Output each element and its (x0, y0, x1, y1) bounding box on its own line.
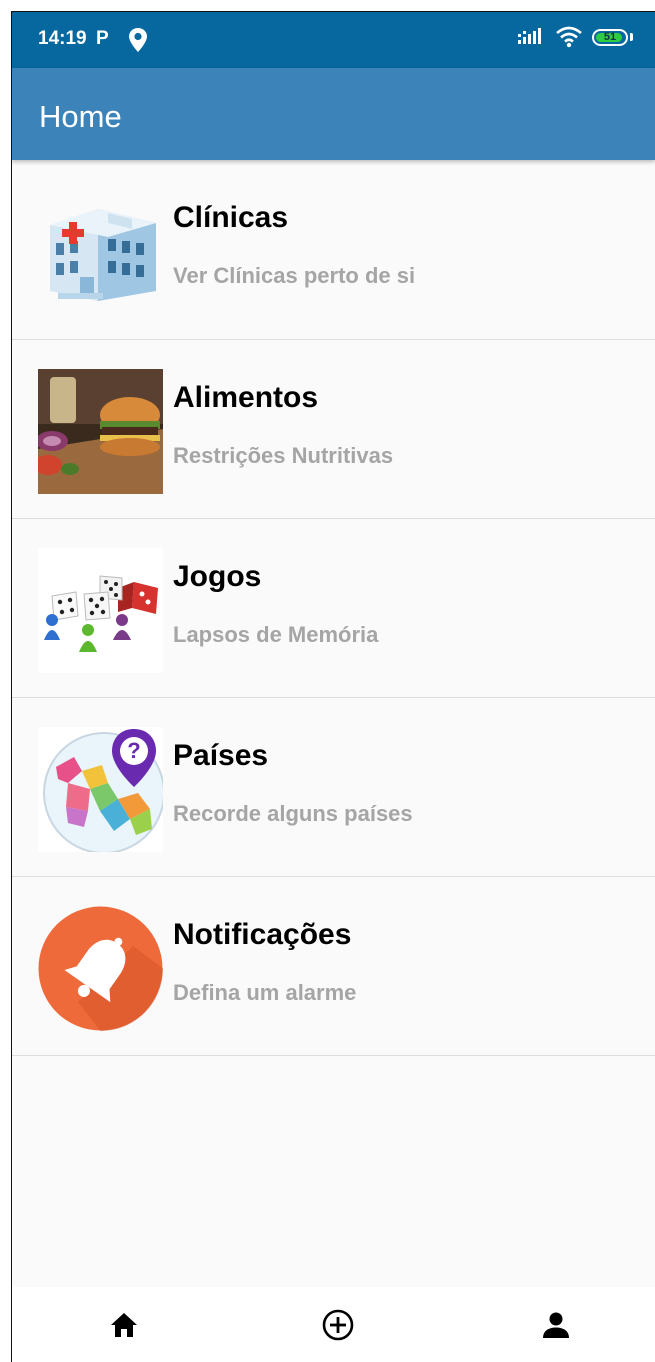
home-icon (111, 1313, 137, 1337)
hospital-building-image (38, 189, 163, 314)
svg-text:?: ? (127, 738, 140, 763)
bottom-navigation (12, 1287, 655, 1362)
menu-item-title: Alimentos (173, 381, 319, 414)
bell-icon (38, 906, 163, 1031)
battery-icon: 51 (592, 28, 628, 46)
app-bar: Home (12, 68, 655, 160)
app-screen: 14:19 P 51 Home Clínicas Ver Clínicas pe… (12, 12, 655, 1362)
menu-item-title: Jogos (173, 560, 262, 593)
battery-tip (630, 33, 633, 41)
menu-item-title: Países (173, 739, 269, 772)
menu-item-title: Clínicas (173, 201, 289, 234)
menu-item-clinicas[interactable]: Clínicas Ver Clínicas perto de si (12, 160, 655, 340)
burger-food-image (38, 369, 163, 494)
europe-map-question-image: ? (38, 727, 163, 852)
location-pin-icon (129, 28, 147, 52)
status-right-icons: 51 (516, 26, 633, 48)
menu-item-paises[interactable]: ? Países Recorde alguns países (12, 698, 655, 877)
menu-item-subtitle: Restrições Nutritivas (173, 443, 394, 468)
parking-icon: P (96, 28, 109, 49)
menu-item-subtitle: Recorde alguns países (173, 801, 413, 826)
wifi-icon (556, 26, 582, 48)
dice-and-pawns-image (38, 548, 163, 673)
nav-home-button[interactable] (104, 1305, 144, 1345)
add-circle-icon (322, 1309, 354, 1341)
menu-item-notificacoes[interactable]: Notificações Defina um alarme (12, 877, 655, 1056)
battery-level: 51 (603, 30, 617, 43)
person-icon (543, 1312, 569, 1338)
menu-item-title: Notificações (173, 918, 352, 951)
status-bar: 14:19 P 51 (12, 12, 655, 68)
menu-item-subtitle: Lapsos de Memória (173, 622, 379, 647)
menu-item-subtitle: Defina um alarme (173, 980, 357, 1005)
status-time: 14:19 (38, 28, 87, 49)
menu-item-subtitle: Ver Clínicas perto de si (173, 263, 416, 288)
menu-item-jogos[interactable]: Jogos Lapsos de Memória (12, 519, 655, 698)
menu-item-alimentos[interactable]: Alimentos Restrições Nutritivas (12, 340, 655, 519)
nav-add-button[interactable] (318, 1305, 358, 1345)
signal-icon (518, 28, 541, 44)
page-title: Home (39, 99, 122, 134)
menu-list: Clínicas Ver Clínicas perto de si Alimen… (12, 160, 655, 1056)
nav-profile-button[interactable] (536, 1305, 576, 1345)
